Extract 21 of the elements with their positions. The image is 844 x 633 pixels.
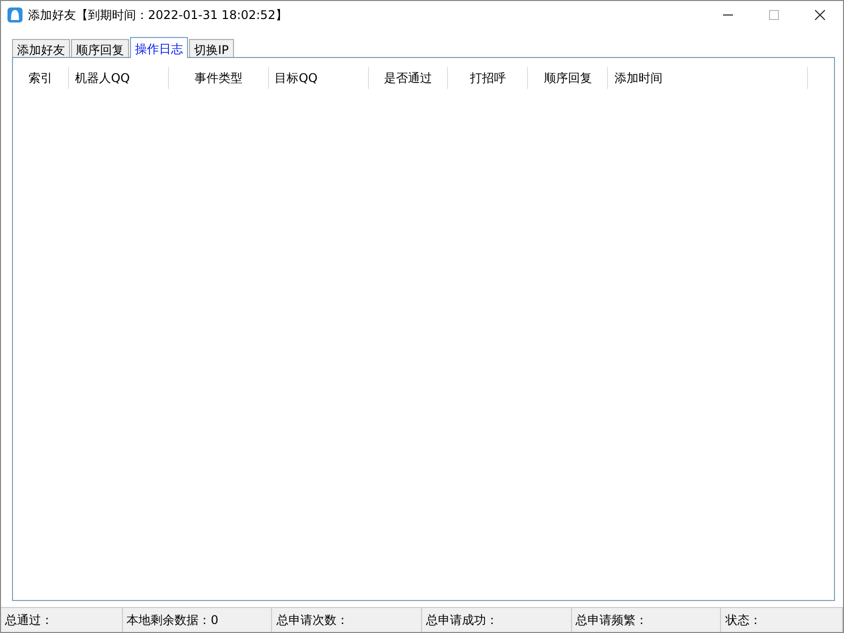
column-header[interactable]: 目标QQ [268, 67, 369, 89]
tab[interactable]: 顺序回复 [71, 39, 129, 57]
app-icon [7, 7, 23, 23]
column-header[interactable]: 是否通过 [368, 67, 448, 89]
column-header[interactable]: 索引 [13, 67, 69, 89]
column-header[interactable]: 打招呼 [448, 67, 528, 89]
tab[interactable]: 操作日志 [130, 37, 188, 58]
window-title: 添加好友【到期时间：2022-01-31 18:02:52】 [28, 6, 288, 24]
column-header[interactable]: 添加时间 [608, 67, 808, 89]
tab[interactable]: 切换IP [189, 39, 234, 57]
tab[interactable]: 添加好友 [12, 39, 70, 57]
status-text: 本地剩余数据：0 [122, 608, 272, 632]
column-header[interactable]: 事件类型 [168, 67, 269, 89]
status-text: 总申请成功： [422, 608, 572, 632]
status-text: 总通过： [1, 608, 123, 632]
close-icon[interactable] [815, 10, 825, 20]
status-text: 总申请次数： [272, 608, 422, 632]
status-text: 状态： [721, 608, 843, 632]
column-header[interactable]: 机器人QQ [68, 67, 169, 89]
status-text: 总申请频繁： [572, 608, 722, 632]
column-header[interactable]: 顺序回复 [528, 67, 608, 89]
